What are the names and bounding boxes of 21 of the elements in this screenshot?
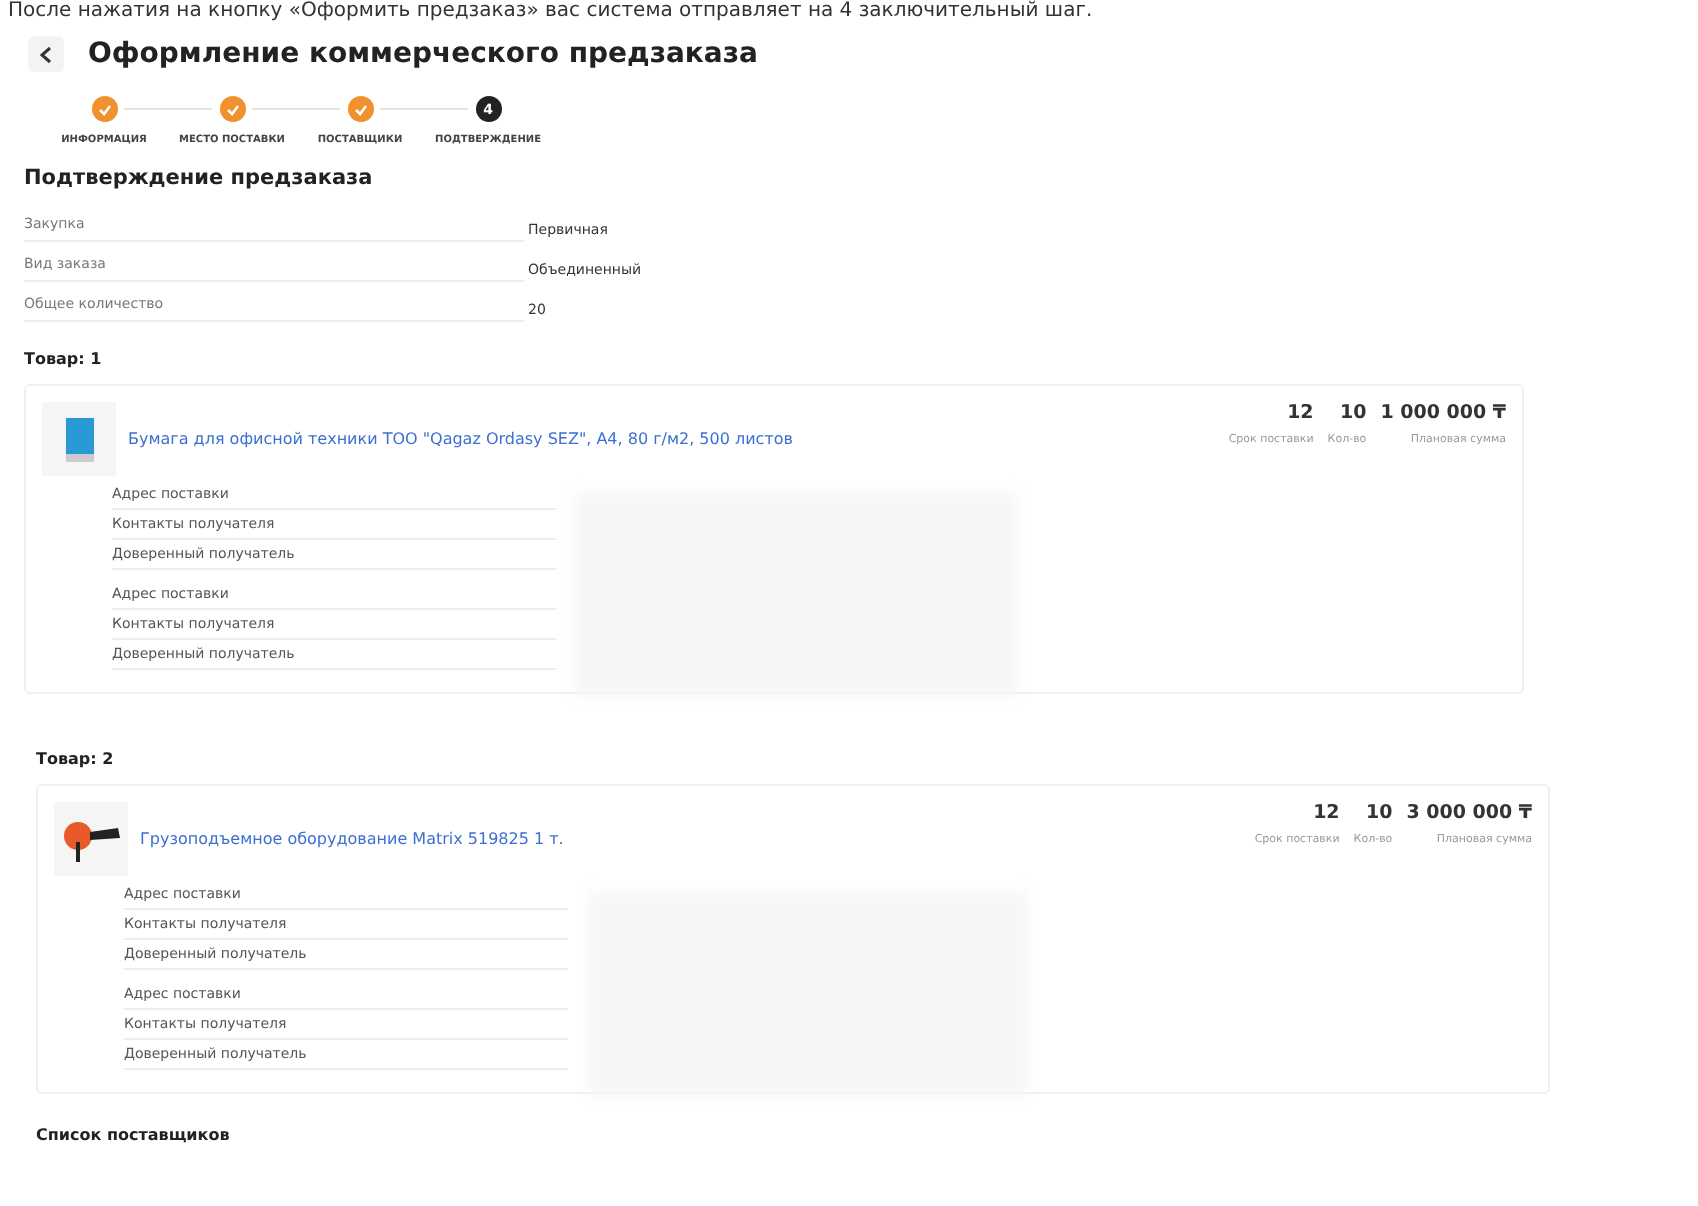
delivery-term-value: 12: [1313, 802, 1340, 824]
product-link[interactable]: Бумага для офисной техники ТОО "Qagaz Ordasy SEZ", A4, 80 г/м2, 500 листов: [128, 430, 1229, 448]
check-icon: [97, 103, 111, 115]
section-title: Подтверждение предзаказа: [22, 164, 375, 190]
chevron-left-icon: [40, 45, 52, 63]
hoist-icon: [61, 817, 121, 861]
product-heading: Товар: 2: [34, 750, 116, 768]
planned-sum-value: 3 000 000 ₸: [1406, 802, 1532, 824]
quantity-value: 10: [1339, 402, 1367, 424]
check-icon: [353, 103, 367, 115]
paper-pack-icon: [65, 417, 93, 461]
suppliers-heading: Список поставщиков: [34, 1126, 232, 1144]
back-button[interactable]: [28, 36, 64, 72]
check-icon: [225, 103, 239, 115]
product-link[interactable]: Грузоподъемное оборудование Matrix 519825 1 т.: [140, 830, 1255, 848]
quantity-value: 10: [1365, 802, 1393, 824]
planned-sum-value: 1 000 000 ₸: [1380, 402, 1506, 424]
caption-text: После нажатия на кнопку «Оформить предзаказ» вас система отправляет на 4 заключительный шаг.: [6, 0, 1095, 24]
delivery-term-value: 12: [1287, 402, 1314, 424]
page-title: Оформление коммерческого предзаказа: [88, 38, 758, 70]
product-heading: Товар: 1: [22, 350, 104, 368]
